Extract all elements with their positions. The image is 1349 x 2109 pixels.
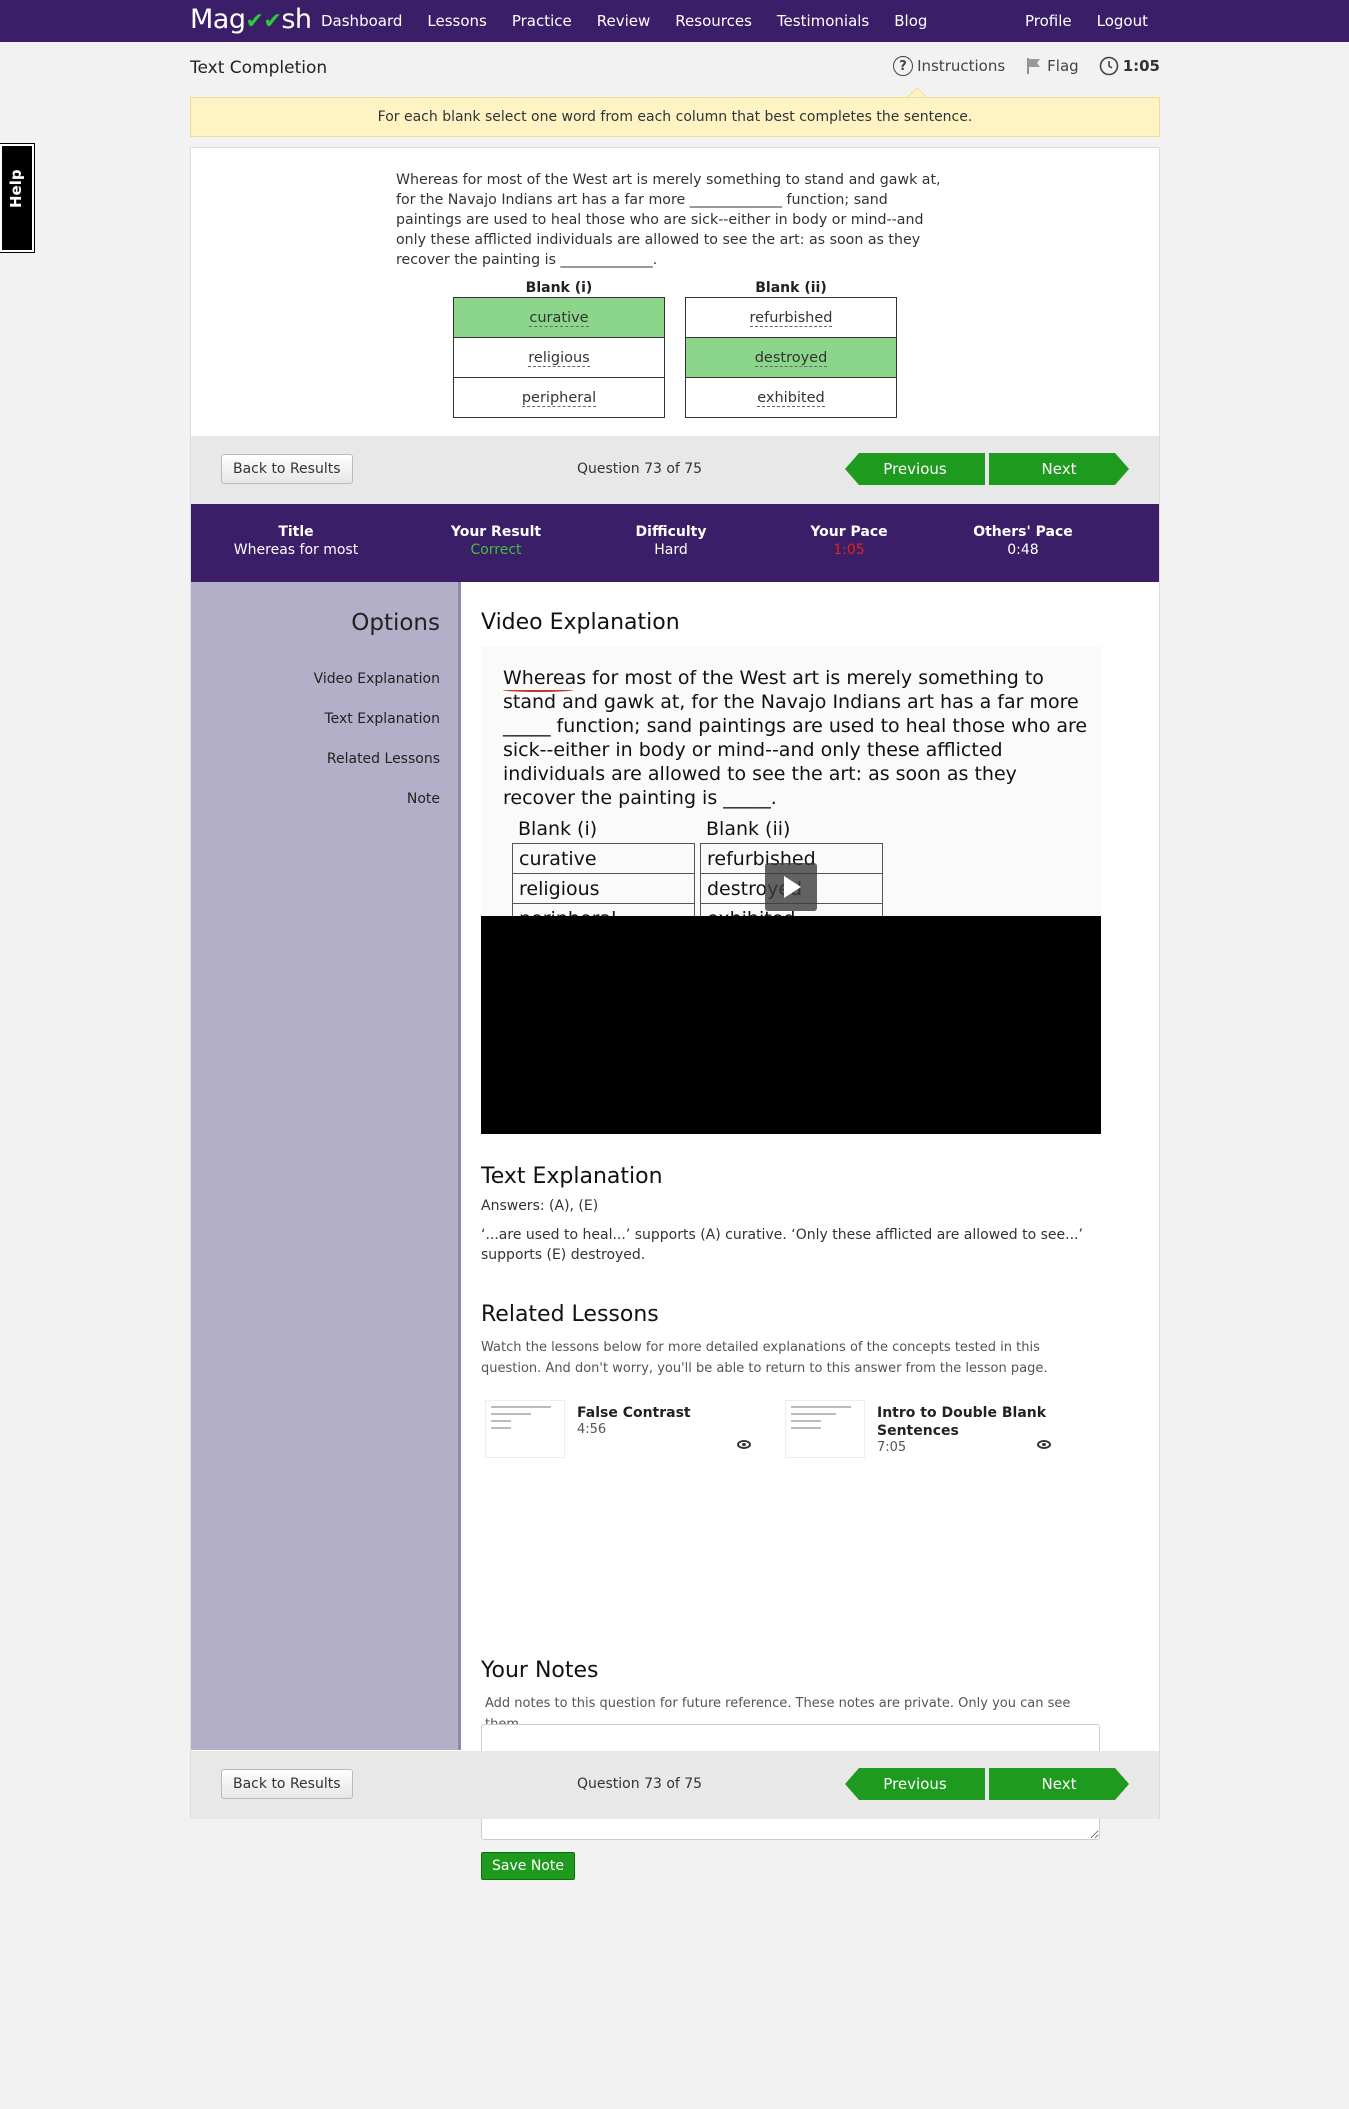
blank-i-option-religious[interactable]: religious [453, 337, 665, 378]
flag-icon [1027, 58, 1041, 74]
video-player[interactable]: Whereas for most of the West art is mere… [481, 646, 1101, 1134]
nav-dashboard[interactable]: Dashboard [321, 12, 402, 30]
option-video-explanation[interactable]: Video Explanation [314, 671, 440, 687]
blank-i-header: Blank (i) [525, 280, 593, 296]
back-to-results-button[interactable]: Back to Results [221, 1769, 353, 1799]
lesson-duration: 4:56 [577, 1422, 607, 1437]
blank-ii-column: Blank (ii) refurbished destroyed exhibit… [685, 280, 897, 418]
nav-logout[interactable]: Logout [1097, 12, 1148, 30]
question-nav-top: Back to Results Question 73 of 75 Previo… [191, 436, 1159, 504]
option-note[interactable]: Note [407, 791, 440, 807]
options-sidebar: Options Video Explanation Text Explanati… [191, 582, 461, 1750]
video-cell: curative [513, 844, 694, 874]
video-explanation-heading: Video Explanation [481, 610, 680, 635]
nav-profile[interactable]: Profile [1025, 12, 1072, 30]
instruction-bar: For each blank select one word from each… [190, 97, 1160, 137]
previous-button[interactable]: Previous [845, 453, 985, 485]
lesson-name: False Contrast [577, 1405, 691, 1421]
video-blank-i-table: curative religious peripheral [512, 843, 695, 916]
next-button[interactable]: Next [989, 1768, 1129, 1800]
page-title: Text Completion [190, 58, 328, 78]
question-mark-icon: ? [893, 56, 914, 76]
eye-icon[interactable] [737, 1440, 751, 1449]
instructions-label: Instructions [917, 57, 1006, 75]
blank-i-option-peripheral[interactable]: peripheral [453, 377, 665, 418]
text-explanation-heading: Text Explanation [481, 1164, 663, 1189]
stat-others-pace: Others' Pace 0:48 [973, 524, 1073, 558]
video-cell: religious [513, 874, 694, 904]
question-counter: Question 73 of 75 [577, 1776, 703, 1792]
lesson-thumbnail [785, 1400, 865, 1458]
blank-i-option-curative[interactable]: curative [453, 297, 665, 338]
nav-blog[interactable]: Blog [894, 12, 927, 30]
your-notes-heading: Your Notes [481, 1658, 599, 1683]
eye-icon[interactable] [1037, 1440, 1051, 1449]
video-frame-text: Whereas for most of the West art is mere… [503, 667, 1088, 809]
explanation-body: ‘...are used to heal...’ supports (A) cu… [481, 1227, 1083, 1263]
video-frame: Whereas for most of the West art is mere… [481, 646, 1101, 916]
stat-your-pace: Your Pace 1:05 [810, 524, 888, 558]
flag-label: Flag [1047, 57, 1079, 75]
lesson-duration: 7:05 [877, 1440, 907, 1455]
help-tab[interactable]: Help [0, 143, 35, 253]
timer-value: 1:05 [1122, 57, 1160, 75]
save-note-button[interactable]: Save Note [481, 1852, 575, 1880]
top-nav: Mag✔✔sh Dashboard Lessons Practice Revie… [0, 0, 1349, 42]
play-icon[interactable] [765, 863, 817, 911]
question-nav-bottom: Back to Results Question 73 of 75 Previo… [191, 1751, 1159, 1819]
nav-practice[interactable]: Practice [512, 12, 572, 30]
stat-result: Your Result Correct [450, 524, 542, 558]
lesson-card-double-blank[interactable]: Intro to Double Blank Sentences 7:05 [781, 1400, 1071, 1460]
clock-icon [1099, 56, 1118, 76]
stat-title: Title Whereas for most [233, 524, 359, 558]
option-related-lessons[interactable]: Related Lessons [327, 751, 440, 767]
timer: 1:05 [1099, 56, 1160, 76]
previous-button[interactable]: Previous [845, 1768, 985, 1800]
blank-i-column: Blank (i) curative religious peripheral [453, 280, 665, 418]
nav-lessons[interactable]: Lessons [427, 12, 486, 30]
blank-ii-option-exhibited[interactable]: exhibited [685, 377, 897, 418]
lesson-thumbnail [485, 1400, 565, 1458]
nav-testimonials[interactable]: Testimonials [777, 12, 869, 30]
pen-underline [503, 688, 573, 692]
related-lessons-heading: Related Lessons [481, 1302, 659, 1327]
nav-resources[interactable]: Resources [675, 12, 752, 30]
answers-text: Answers: (A), (E) [481, 1198, 599, 1214]
back-to-results-button[interactable]: Back to Results [221, 454, 353, 484]
question-tools: ? Instructions Flag 1:05 [873, 56, 1160, 76]
options-title: Options [351, 610, 440, 636]
main-nav: Dashboard Lessons Practice Review Resour… [321, 12, 952, 30]
lesson-card-false-contrast[interactable]: False Contrast 4:56 [481, 1400, 771, 1460]
lesson-name: Intro to Double Blank Sentences [877, 1405, 1047, 1439]
option-text-explanation[interactable]: Text Explanation [324, 711, 440, 727]
stat-difficulty: Difficulty Hard [635, 524, 707, 558]
flag-button[interactable]: Flag [1025, 57, 1079, 75]
help-label: Help [7, 169, 25, 208]
question-text: Whereas for most of the West art is mere… [396, 172, 941, 268]
account-nav: Profile Logout [1000, 12, 1148, 30]
blank-ii-header: Blank (ii) [755, 280, 827, 296]
question-counter: Question 73 of 75 [577, 461, 703, 477]
nav-review[interactable]: Review [597, 12, 651, 30]
video-blank-i-label: Blank (i) [518, 818, 598, 840]
next-button[interactable]: Next [989, 453, 1129, 485]
result-stats-bar: Title Whereas for most Your Result Correct… [191, 504, 1159, 582]
magoosh-logo[interactable]: Mag✔✔sh [190, 4, 312, 35]
video-cell: peripheral [513, 904, 694, 916]
related-lessons-intro: Watch the lessons below for more detaile… [481, 1340, 1048, 1376]
blank-ii-option-destroyed[interactable]: destroyed [685, 337, 897, 378]
video-blank-ii-label: Blank (ii) [706, 818, 791, 840]
instructions-button[interactable]: ? Instructions [893, 56, 1005, 76]
question-container: Whereas for most of the West art is mere… [190, 147, 1160, 1880]
blank-ii-option-refurbished[interactable]: refurbished [685, 297, 897, 338]
